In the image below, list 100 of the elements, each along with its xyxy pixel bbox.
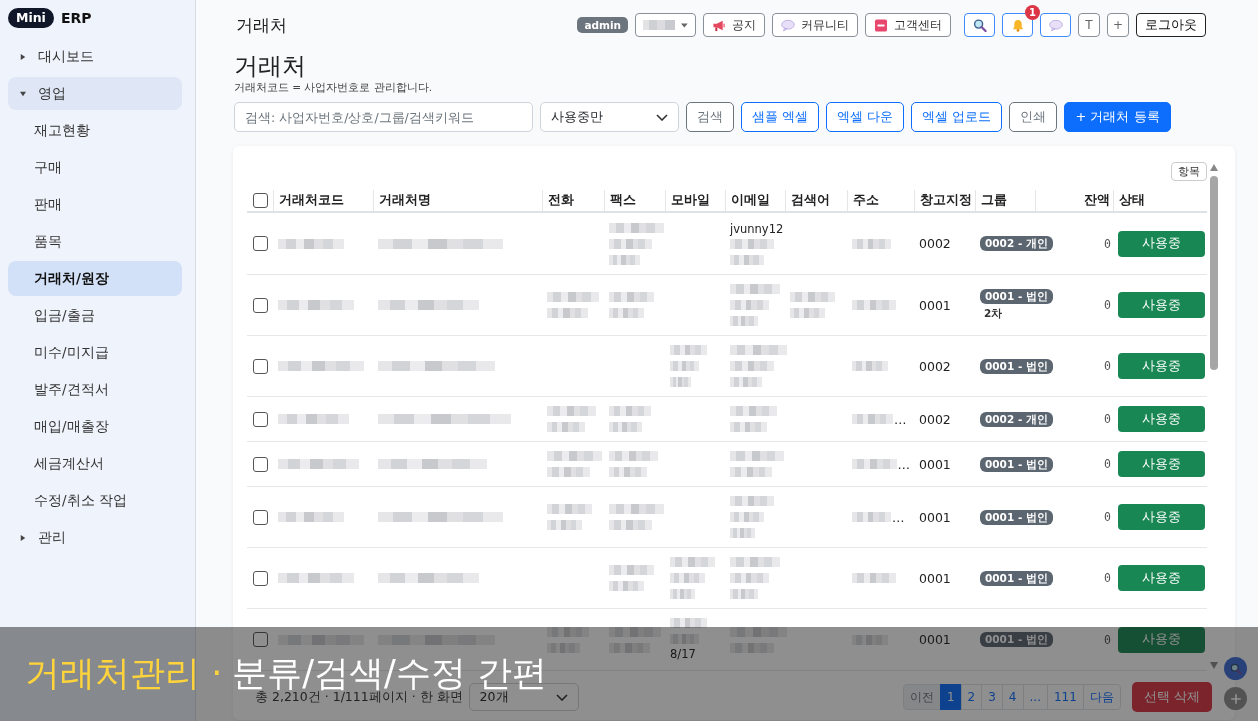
column-header: 상태 xyxy=(1113,190,1207,211)
checkbox[interactable] xyxy=(253,570,268,586)
redacted-text xyxy=(852,414,893,424)
column-header: 잔액 xyxy=(1035,190,1113,211)
group-badge: 0001 - 법인 xyxy=(980,570,1053,586)
toolbar-button[interactable]: T xyxy=(1078,13,1100,37)
nav-item[interactable]: 판매 xyxy=(8,188,182,221)
redacted-text xyxy=(730,451,784,477)
redacted-text xyxy=(730,626,787,653)
redacted-text xyxy=(278,414,349,424)
page-button[interactable]: 3 xyxy=(981,684,1003,710)
redacted-text xyxy=(852,300,896,310)
page-button[interactable]: 2 xyxy=(960,684,983,710)
group-badge: 0001 - 법인 xyxy=(980,456,1053,472)
redacted-text xyxy=(730,496,774,538)
redacted-text xyxy=(609,451,658,477)
column-header: 전화 xyxy=(542,190,604,211)
logout-button[interactable]: 로그아웃 xyxy=(1136,13,1206,37)
toolbar-button[interactable]: + xyxy=(1107,13,1129,37)
chat-button[interactable] xyxy=(1040,13,1071,37)
redacted-text xyxy=(643,20,676,30)
status-button[interactable]: 사용중 xyxy=(1118,353,1205,379)
nav-item[interactable]: 수정/취소 작업 xyxy=(8,484,182,517)
table-cell: 0002 xyxy=(919,358,951,374)
columns-button[interactable]: 항목 xyxy=(1171,162,1207,181)
scroll-up-icon[interactable] xyxy=(1210,164,1218,171)
nav-item[interactable]: 재고현황 xyxy=(8,114,182,147)
page-button[interactable]: ... xyxy=(1022,684,1048,710)
page-button[interactable]: 4 xyxy=(1001,684,1024,710)
tile-icon xyxy=(874,18,888,32)
status-button[interactable]: 사용중 xyxy=(1118,451,1205,477)
checkbox[interactable] xyxy=(253,456,268,472)
table-cell: 0 xyxy=(1104,298,1111,312)
status-button[interactable]: 사용중 xyxy=(1118,626,1205,653)
checkbox[interactable] xyxy=(253,509,268,525)
checkbox[interactable] xyxy=(253,297,268,313)
toolbar-button[interactable]: 엑셀 업로드 xyxy=(911,102,1003,132)
status-button[interactable]: 사용중 xyxy=(1118,230,1205,257)
redacted-text xyxy=(670,345,707,387)
checkbox[interactable] xyxy=(253,236,268,251)
nav-item[interactable]: 거래처/원장 xyxy=(8,261,182,296)
table-cell: 0 xyxy=(1104,632,1111,647)
toolbar-button[interactable]: 샘플 엑셀 xyxy=(741,102,820,132)
table-cell: … xyxy=(897,456,910,472)
toolbar-button[interactable]: 공지 xyxy=(703,13,765,37)
floating-search-button[interactable] xyxy=(1224,657,1247,680)
redacted-text xyxy=(852,238,891,249)
table-cell: 0002 xyxy=(919,236,951,251)
nav-item[interactable]: 구매 xyxy=(8,151,182,184)
group-badge: 0002 - 개인 xyxy=(980,236,1053,251)
column-header: 그룹 xyxy=(975,190,1035,211)
nav-item[interactable]: 미수/미지급 xyxy=(8,336,182,369)
checkbox[interactable] xyxy=(253,358,268,374)
status-button[interactable]: 사용중 xyxy=(1118,406,1205,432)
scroll-down-icon[interactable] xyxy=(1210,662,1218,669)
redacted-text xyxy=(609,222,664,265)
megaphone-icon xyxy=(712,18,726,32)
nav-item[interactable]: 발주/견적서 xyxy=(8,373,182,406)
checkbox[interactable] xyxy=(253,411,268,427)
page-button[interactable]: 다음 xyxy=(1082,684,1121,710)
page-button[interactable]: 1 xyxy=(939,684,962,710)
toolbar-button[interactable]: 인쇄 xyxy=(1009,102,1058,132)
column-header: 주소 xyxy=(847,190,914,211)
account-dropdown[interactable] xyxy=(635,13,696,37)
nav-item[interactable]: 입금/출금 xyxy=(8,299,182,332)
redacted-text xyxy=(730,406,777,432)
redacted-text xyxy=(278,238,344,249)
nav-item[interactable]: 세금계산서 xyxy=(8,447,182,480)
notification-count: 1 xyxy=(1025,5,1040,20)
nav-item[interactable]: 관리 xyxy=(8,521,182,554)
nav-item[interactable]: 대시보드 xyxy=(8,40,182,73)
toolbar-button[interactable]: 검색 xyxy=(686,102,734,132)
toolbar-button[interactable]: 커뮤니티 xyxy=(772,13,858,37)
table-cell: 0001 xyxy=(919,570,951,586)
redacted-text xyxy=(852,459,897,469)
scrollbar-thumb[interactable] xyxy=(1210,176,1218,370)
page-title: 거래처 xyxy=(236,13,287,37)
table-cell: … xyxy=(892,509,905,525)
delete-button[interactable]: 선택 삭제 xyxy=(1131,682,1212,712)
search-icon xyxy=(1229,662,1242,675)
toolbar-button[interactable]: 엑셀 다운 xyxy=(826,102,905,132)
bell-icon xyxy=(1010,18,1025,32)
search-field[interactable]: 검색: 사업자번호/상호/그룹/검색키워드 xyxy=(234,102,533,132)
redacted-text xyxy=(670,618,707,644)
checkbox[interactable] xyxy=(253,193,268,208)
redacted-text xyxy=(609,292,654,318)
toolbar-button[interactable]: + 거래처 등록 xyxy=(1064,102,1171,132)
status-button[interactable]: 사용중 xyxy=(1118,292,1205,318)
search-button[interactable] xyxy=(964,13,995,37)
checkbox[interactable] xyxy=(253,632,268,647)
nav-item[interactable]: 매입/매출장 xyxy=(8,410,182,443)
redacted-text xyxy=(547,451,602,477)
status-filter-select[interactable]: 사용중만 xyxy=(540,102,679,132)
nav-item[interactable]: 품목 xyxy=(8,225,182,258)
status-button[interactable]: 사용중 xyxy=(1118,565,1205,591)
role-badge: admin xyxy=(577,17,628,33)
page-button[interactable]: 111 xyxy=(1046,684,1084,710)
status-button[interactable]: 사용중 xyxy=(1118,504,1205,530)
toolbar-button[interactable]: 고객센터 xyxy=(865,13,951,37)
nav-item[interactable]: 영업 xyxy=(8,77,182,110)
